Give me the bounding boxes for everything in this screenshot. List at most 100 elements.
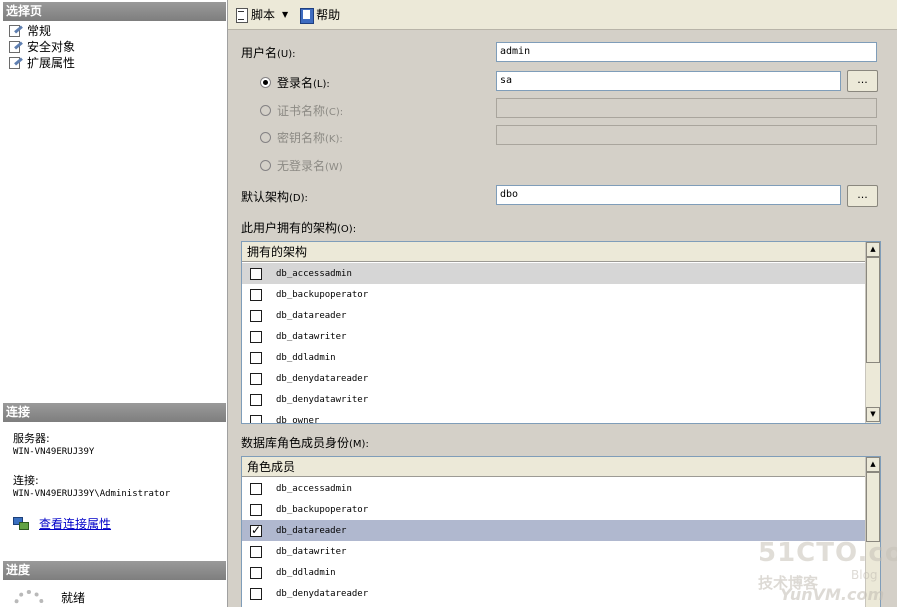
scroll-up-icon[interactable]: ▲ <box>866 242 880 257</box>
row-name: db_datareader <box>276 310 347 321</box>
connection-value: WIN-VN49ERUJ39Y\Administrator <box>13 489 171 499</box>
username-field[interactable]: admin <box>496 42 877 62</box>
checkbox[interactable] <box>250 566 262 579</box>
page-securables-label: 安全对象 <box>27 40 76 54</box>
checkbox[interactable] <box>250 503 262 516</box>
nologin-radio-label: 无登录名 <box>277 159 326 173</box>
progress-status: 就绪 <box>61 591 86 605</box>
key-name-field <box>496 125 877 145</box>
table-row[interactable]: db_datawriter <box>242 541 867 562</box>
script-icon <box>234 7 248 23</box>
table-row[interactable]: db_ddladmin <box>242 562 867 583</box>
owned-schemas-scrollbar[interactable]: ▲ ▼ <box>865 242 880 423</box>
checkbox[interactable] <box>250 587 262 600</box>
role-membership-label: 数据库角色成员身份(M): <box>241 436 369 452</box>
table-row[interactable]: db_backupoperator <box>242 499 867 520</box>
scroll-up-icon[interactable]: ▲ <box>866 457 880 472</box>
checkbox[interactable] <box>250 414 262 423</box>
script-dropdown-arrow-icon[interactable]: ▼ <box>282 10 288 19</box>
page-properties-icon <box>8 56 24 70</box>
progress-spinner-icon <box>14 590 44 607</box>
table-row[interactable]: db_denydatawriter <box>242 389 867 410</box>
default-schema-browse-button[interactable]: ... <box>847 185 878 207</box>
owned-schemas-rows: db_accessadmin db_backupoperator db_data… <box>242 263 867 424</box>
checkbox[interactable] <box>250 267 262 280</box>
checkbox[interactable] <box>250 288 262 301</box>
checkbox[interactable] <box>250 372 262 385</box>
help-label: 帮助 <box>316 8 341 22</box>
page-general[interactable]: 常规 <box>8 23 51 39</box>
table-row[interactable]: db_datareader <box>242 305 867 326</box>
role-membership-label-mnemonic: (M): <box>349 439 369 450</box>
role-membership-label-text: 数据库角色成员身份 <box>241 436 350 450</box>
username-label-text: 用户名 <box>241 46 278 60</box>
key-name-radio[interactable]: 密钥名称(K): <box>260 129 343 146</box>
table-row[interactable]: db_datawriter <box>242 326 867 347</box>
table-row[interactable]: db_denydatareader <box>242 583 867 604</box>
role-membership-rows: db_accessadmin db_backupoperator db_data… <box>242 478 867 604</box>
without-login-radio[interactable]: 无登录名(W) <box>260 157 343 174</box>
row-name: db_datawriter <box>276 331 347 342</box>
table-row[interactable]: db_backupoperator <box>242 284 867 305</box>
page-properties-icon <box>8 40 24 54</box>
scroll-thumb[interactable] <box>866 257 880 363</box>
row-name: db_denydatawriter <box>276 394 369 405</box>
checkbox[interactable] <box>250 330 262 343</box>
cert-radio-mnemonic: (C): <box>325 107 344 118</box>
table-row[interactable]: db_accessadmin <box>242 478 867 499</box>
username-label-mnemonic: (U): <box>277 49 296 60</box>
checkbox-checked[interactable] <box>250 523 262 537</box>
page-securables[interactable]: 安全对象 <box>8 39 75 55</box>
radio-icon <box>260 105 271 116</box>
row-name: db_ddladmin <box>276 567 336 578</box>
certificate-name-radio[interactable]: 证书名称(C): <box>260 102 343 119</box>
row-name: db_datawriter <box>276 546 347 557</box>
owned-schemas-label-text: 此用户拥有的架构 <box>241 221 338 235</box>
row-name: db_backupoperator <box>276 289 369 300</box>
table-row[interactable]: db_ddladmin <box>242 347 867 368</box>
role-membership-column-header[interactable]: 角色成员 <box>242 457 867 477</box>
toolbar: 脚本 ▼ 帮助 <box>228 0 897 30</box>
page-extended-properties[interactable]: 扩展属性 <box>8 55 75 71</box>
row-name: db_owner <box>276 415 320 424</box>
table-row[interactable]: db_accessadmin <box>242 263 867 284</box>
radio-icon <box>260 160 271 171</box>
scroll-down-icon[interactable]: ▼ <box>866 407 880 422</box>
checkbox[interactable] <box>250 393 262 406</box>
page-general-label: 常规 <box>27 24 52 38</box>
script-button[interactable]: 脚本 <box>231 4 278 25</box>
owned-schemas-grid: 拥有的架构 db_accessadmin db_backupoperator d… <box>241 241 881 424</box>
login-radio-mnemonic: (L): <box>313 79 330 90</box>
owned-schemas-label-mnemonic: (O): <box>337 224 357 235</box>
login-name-field[interactable]: sa <box>496 71 841 91</box>
login-name-radio[interactable]: 登录名(L): <box>260 74 330 91</box>
username-label: 用户名(U): <box>241 46 296 62</box>
checkbox[interactable] <box>250 351 262 364</box>
checkbox[interactable] <box>250 309 262 322</box>
view-connection-properties-link[interactable]: 查看连接属性 <box>13 515 111 532</box>
help-icon <box>299 7 315 24</box>
checkbox[interactable] <box>250 482 262 495</box>
default-schema-label-mnemonic: (D): <box>289 193 308 204</box>
certificate-name-field <box>496 98 877 118</box>
row-name: db_denydatareader <box>276 588 369 599</box>
nologin-radio-mnemonic: (W) <box>325 162 343 173</box>
page-properties-icon <box>8 24 24 38</box>
help-button[interactable]: 帮助 <box>296 4 343 25</box>
login-radio-label: 登录名 <box>277 76 314 90</box>
login-browse-button[interactable]: ... <box>847 70 878 92</box>
connection-label: 连接: <box>13 474 39 487</box>
table-row[interactable]: db_datareader <box>242 520 867 541</box>
key-radio-mnemonic: (K): <box>325 134 343 145</box>
checkbox[interactable] <box>250 545 262 558</box>
owned-schemas-column-header[interactable]: 拥有的架构 <box>242 242 867 262</box>
view-connection-properties-label: 查看连接属性 <box>39 517 112 531</box>
table-row[interactable]: db_denydatareader <box>242 368 867 389</box>
scroll-thumb[interactable] <box>866 472 880 542</box>
server-label: 服务器: <box>13 432 50 445</box>
default-schema-field[interactable]: dbo <box>496 185 841 205</box>
row-name: db_denydatareader <box>276 373 369 384</box>
table-row[interactable]: db_owner <box>242 410 867 424</box>
page-extended-properties-label: 扩展属性 <box>27 56 76 70</box>
role-membership-scrollbar[interactable]: ▲ <box>865 457 880 607</box>
